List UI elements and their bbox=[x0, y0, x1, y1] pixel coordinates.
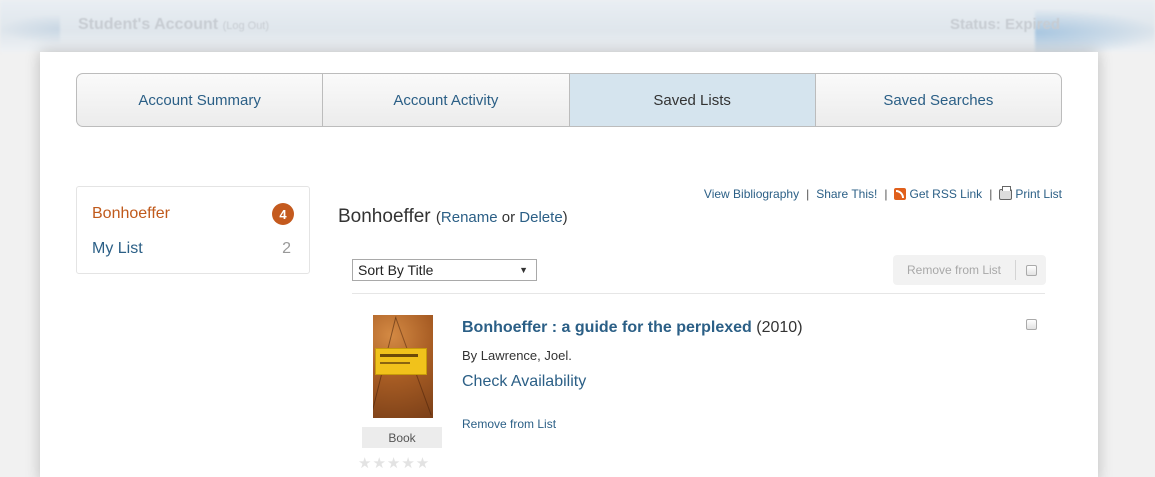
item-title: Bonhoeffer : a guide for the perplexed (… bbox=[462, 319, 803, 337]
print-link[interactable]: Print List bbox=[999, 186, 1062, 201]
account-panel: Account Summary Account Activity Saved L… bbox=[40, 52, 1098, 477]
remove-item-link[interactable]: Remove from List bbox=[462, 417, 556, 431]
select-all-checkbox-wrap[interactable] bbox=[1016, 264, 1046, 276]
or-text: or bbox=[501, 209, 516, 226]
account-status: Status: Expired bbox=[949, 16, 1060, 33]
check-availability-link[interactable]: Check Availability bbox=[462, 373, 586, 391]
rss-icon bbox=[894, 188, 907, 200]
rating-stars[interactable]: ★★★★★ bbox=[358, 454, 430, 472]
print-link-label: Print List bbox=[1015, 187, 1062, 201]
book-cover-image[interactable] bbox=[373, 315, 433, 418]
account-tabs: Account Summary Account Activity Saved L… bbox=[76, 73, 1062, 127]
cover-title-band bbox=[375, 348, 427, 375]
separator: | bbox=[989, 187, 993, 201]
separator: | bbox=[806, 187, 810, 201]
background-decoration bbox=[0, 14, 60, 44]
rss-link[interactable]: Get RSS Link bbox=[894, 187, 982, 201]
logout-link[interactable]: (Log Out) bbox=[223, 20, 269, 32]
item-title-link[interactable]: Bonhoeffer : a guide for the perplexed bbox=[462, 319, 752, 336]
sidebar-item-my-list[interactable]: My List 2 bbox=[92, 237, 294, 261]
tab-account-summary[interactable]: Account Summary bbox=[77, 74, 324, 126]
list-actions: View Bibliography | Share This! | Get RS… bbox=[704, 186, 1062, 201]
list-title-text: Bonhoeffer bbox=[338, 206, 431, 227]
item-author: By Lawrence, Joel. bbox=[462, 348, 572, 363]
item-year: (2010) bbox=[756, 319, 803, 336]
account-title-text: Student's Account bbox=[78, 16, 219, 33]
tab-saved-searches[interactable]: Saved Searches bbox=[816, 74, 1061, 126]
sidebar-item-bonhoeffer[interactable]: Bonhoeffer 4 bbox=[92, 202, 294, 226]
sort-selected-value: Sort By Title bbox=[358, 262, 434, 278]
item-checkbox[interactable] bbox=[1026, 319, 1037, 330]
remove-from-list-label[interactable]: Remove from List bbox=[893, 260, 1016, 280]
tab-saved-lists[interactable]: Saved Lists bbox=[569, 74, 816, 126]
select-all-checkbox[interactable] bbox=[1025, 264, 1037, 276]
divider bbox=[352, 293, 1045, 294]
item-checkbox-wrap[interactable] bbox=[1026, 319, 1037, 330]
list-name[interactable]: My List bbox=[92, 240, 143, 258]
rename-link[interactable]: Rename bbox=[441, 209, 498, 226]
share-link[interactable]: Share This! bbox=[816, 187, 877, 201]
list-count-badge: 4 bbox=[272, 203, 294, 225]
saved-lists-sidebar: Bonhoeffer 4 My List 2 bbox=[76, 186, 310, 274]
rss-link-label: Get RSS Link bbox=[909, 187, 983, 201]
view-bibliography-link[interactable]: View Bibliography bbox=[704, 187, 799, 201]
tab-account-activity[interactable]: Account Activity bbox=[323, 74, 570, 126]
print-icon bbox=[999, 186, 1013, 200]
sort-select[interactable]: Sort By Title ▼ bbox=[352, 259, 537, 281]
delete-link[interactable]: Delete bbox=[519, 209, 562, 226]
account-title: Student's Account (Log Out) bbox=[78, 16, 269, 34]
remove-from-list-button[interactable]: Remove from List bbox=[893, 255, 1046, 285]
separator: | bbox=[884, 187, 888, 201]
format-badge: Book bbox=[362, 427, 442, 448]
list-count: 2 bbox=[282, 240, 291, 257]
page-title: Bonhoeffer (Rename or Delete) bbox=[338, 206, 568, 228]
dropdown-arrow-icon: ▼ bbox=[519, 265, 528, 275]
paren-close: ) bbox=[562, 209, 568, 226]
list-title-actions: (Rename or Delete) bbox=[436, 209, 568, 226]
list-name[interactable]: Bonhoeffer bbox=[92, 205, 170, 223]
